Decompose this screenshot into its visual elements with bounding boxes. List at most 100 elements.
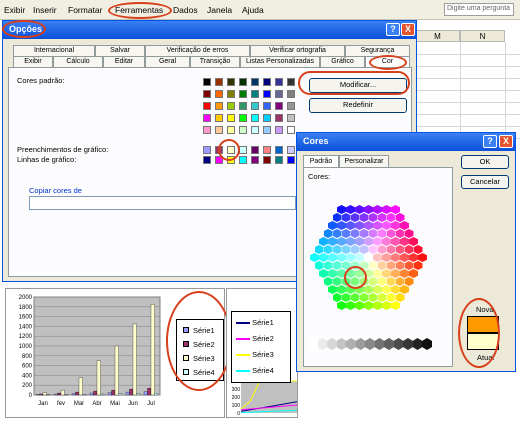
grey-hex[interactable] <box>384 338 394 350</box>
color-hex[interactable] <box>404 261 414 270</box>
color-hex[interactable] <box>400 285 409 294</box>
color-hex[interactable] <box>386 277 396 286</box>
color-swatch[interactable] <box>287 114 295 122</box>
color-hex[interactable] <box>395 245 405 254</box>
color-swatch[interactable] <box>215 102 223 110</box>
color-swatch[interactable] <box>227 102 235 110</box>
color-hex[interactable] <box>319 269 328 278</box>
color-hex[interactable] <box>368 229 378 238</box>
color-hex[interactable] <box>377 293 387 302</box>
color-hex[interactable] <box>346 221 355 230</box>
color-hex[interactable] <box>409 269 418 278</box>
color-swatch[interactable] <box>275 102 283 110</box>
color-swatch[interactable] <box>239 90 247 98</box>
color-hex[interactable] <box>341 213 351 222</box>
color-swatch[interactable] <box>263 156 271 164</box>
color-hex[interactable] <box>377 229 387 238</box>
color-hex[interactable] <box>332 293 342 302</box>
color-hex[interactable] <box>355 205 364 214</box>
color-honeycomb[interactable] <box>304 168 454 368</box>
grey-hex[interactable] <box>346 338 356 350</box>
color-hex[interactable] <box>346 253 355 262</box>
color-hex[interactable] <box>350 245 360 254</box>
color-hex[interactable] <box>373 221 382 230</box>
color-hex[interactable] <box>341 293 351 302</box>
color-hex[interactable] <box>332 277 342 286</box>
color-swatch[interactable] <box>251 78 259 86</box>
color-swatch[interactable] <box>275 146 283 154</box>
column-header-n[interactable]: N <box>460 30 505 42</box>
color-hex[interactable] <box>364 285 373 294</box>
color-hex[interactable] <box>355 253 364 262</box>
color-swatch[interactable] <box>287 156 295 164</box>
color-hex[interactable] <box>395 293 405 302</box>
color-swatch[interactable] <box>275 90 283 98</box>
grey-hex[interactable] <box>393 338 404 350</box>
color-hex[interactable] <box>328 269 337 278</box>
color-swatch[interactable] <box>263 78 271 86</box>
color-hex[interactable] <box>355 237 364 246</box>
color-hex[interactable] <box>364 253 373 262</box>
color-hex[interactable] <box>391 269 400 278</box>
color-hex[interactable] <box>359 245 369 254</box>
color-hex[interactable] <box>413 245 423 254</box>
color-swatch[interactable] <box>215 126 223 134</box>
tab-geral[interactable]: Geral <box>145 56 190 67</box>
grey-hex[interactable] <box>422 338 432 350</box>
color-swatch[interactable] <box>251 126 259 134</box>
color-hex[interactable] <box>391 285 400 294</box>
color-hex[interactable] <box>346 301 355 310</box>
menu-janela[interactable]: Janela <box>207 5 232 15</box>
tab-listas-personalizadas[interactable]: Listas Personalizadas <box>240 56 320 67</box>
color-swatch[interactable] <box>239 114 247 122</box>
color-hex[interactable] <box>364 205 373 214</box>
tab-exibir[interactable]: Exibir <box>13 56 53 67</box>
color-swatch[interactable] <box>275 156 283 164</box>
color-hex[interactable] <box>319 237 328 246</box>
color-hex[interactable] <box>368 261 378 270</box>
color-swatch[interactable] <box>275 114 283 122</box>
color-swatch[interactable] <box>263 146 271 154</box>
color-hex[interactable] <box>323 261 333 270</box>
tab-editar[interactable]: Editar <box>103 56 145 67</box>
color-hex[interactable] <box>382 205 391 214</box>
color-swatch[interactable] <box>251 156 259 164</box>
tab-verificar-ortografia[interactable]: Verificar ortografia <box>250 45 345 56</box>
color-swatch[interactable] <box>251 102 259 110</box>
color-swatch[interactable] <box>227 126 235 134</box>
color-hex[interactable] <box>409 253 418 262</box>
color-swatch[interactable] <box>239 78 247 86</box>
color-hex[interactable] <box>391 237 400 246</box>
color-swatch[interactable] <box>215 114 223 122</box>
color-swatch[interactable] <box>287 146 295 154</box>
color-hex[interactable] <box>395 261 405 270</box>
color-hex[interactable] <box>386 261 396 270</box>
color-hex[interactable] <box>337 237 346 246</box>
tab-transicao[interactable]: Transição <box>190 56 240 67</box>
close-button[interactable]: X <box>401 23 415 36</box>
color-hex[interactable] <box>332 261 342 270</box>
color-hex[interactable] <box>337 221 346 230</box>
ok-button[interactable]: OK <box>461 155 509 169</box>
menu-exibir[interactable]: Exibir <box>4 5 25 15</box>
color-hex[interactable] <box>400 269 409 278</box>
color-hex[interactable] <box>400 253 409 262</box>
color-hex[interactable] <box>328 253 337 262</box>
color-hex[interactable] <box>404 245 414 254</box>
color-hex[interactable] <box>368 293 378 302</box>
grey-hex[interactable] <box>374 338 385 350</box>
color-swatch[interactable] <box>203 114 211 122</box>
color-hex[interactable] <box>382 285 391 294</box>
tab-grafico[interactable]: Gráfico <box>320 56 365 67</box>
color-hex[interactable] <box>341 245 351 254</box>
color-hex[interactable] <box>319 253 328 262</box>
color-hex[interactable] <box>391 253 400 262</box>
grey-hex[interactable] <box>412 338 423 350</box>
color-hex[interactable] <box>377 261 387 270</box>
color-hex[interactable] <box>373 269 382 278</box>
color-swatch[interactable] <box>239 126 247 134</box>
color-swatch[interactable] <box>287 126 295 134</box>
grey-hex[interactable] <box>365 338 375 350</box>
tab-padrao[interactable]: Padrão <box>303 155 339 167</box>
grey-hex[interactable] <box>308 338 318 350</box>
